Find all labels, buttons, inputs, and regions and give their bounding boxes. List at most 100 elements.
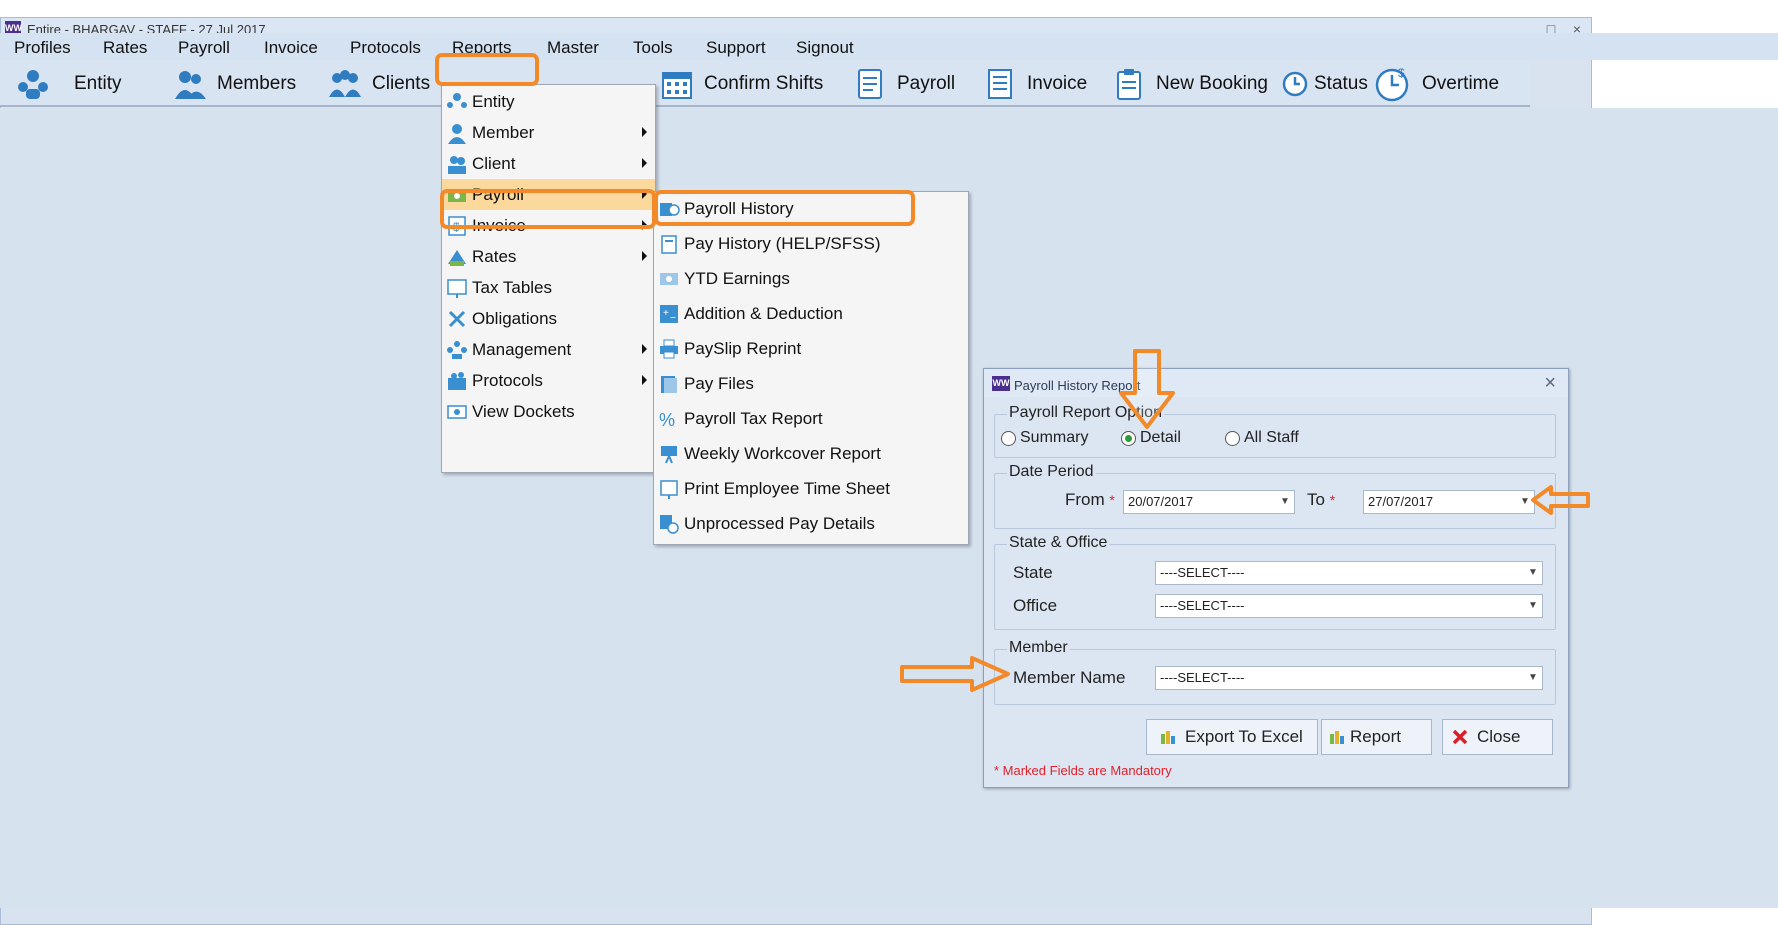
svg-text:%: % bbox=[659, 410, 675, 430]
reports-item-label: Member bbox=[472, 122, 535, 142]
state-label: State bbox=[1013, 563, 1053, 582]
toolbar: Entity Members Clients Confirm Shifts Pa… bbox=[0, 60, 1530, 107]
reports-item-view-dockets[interactable]: View Dockets bbox=[442, 396, 655, 427]
member-name-select[interactable]: ----SELECT---- ▼ bbox=[1155, 666, 1543, 690]
payroll-submenu-item-unprocessed[interactable]: Unprocessed Pay Details bbox=[654, 508, 968, 539]
payroll-submenu-item-payslip-reprint[interactable]: PaySlip Reprint bbox=[654, 333, 968, 364]
svg-text:+: + bbox=[663, 308, 669, 319]
menu-signout[interactable]: Signout bbox=[790, 36, 860, 60]
svg-text:−: − bbox=[670, 313, 676, 324]
unprocessed-pay-icon bbox=[660, 514, 679, 534]
to-date-picker[interactable]: 27/07/2017 ▼ bbox=[1363, 490, 1535, 514]
required-marker: * bbox=[1109, 492, 1115, 508]
toolbar-status-button[interactable]: Status bbox=[1282, 60, 1368, 107]
from-date-picker[interactable]: 20/07/2017 ▼ bbox=[1123, 490, 1295, 514]
all-staff-radio[interactable]: All Staff bbox=[1225, 429, 1299, 447]
close-button-label: Close bbox=[1477, 727, 1521, 746]
state-office-group: State & Office State ----SELECT---- ▼ Off… bbox=[994, 534, 1556, 630]
menu-protocols[interactable]: Protocols bbox=[344, 36, 427, 60]
payroll-submenu-label: Pay Files bbox=[684, 373, 754, 393]
to-label-text: To bbox=[1307, 490, 1325, 509]
radio-circle-icon bbox=[1225, 430, 1240, 446]
addition-deduction-icon: + − bbox=[660, 304, 678, 324]
menu-payroll[interactable]: Payroll bbox=[172, 36, 236, 60]
toolbar-members-button[interactable]: Members bbox=[173, 60, 296, 107]
menu-support[interactable]: Support bbox=[700, 36, 772, 60]
dropdown-arrow-icon[interactable]: ▼ bbox=[1276, 491, 1294, 513]
reports-item-label: Tax Tables bbox=[472, 277, 553, 297]
reports-dropdown-menu: Entity Member Client Payroll $ Invoice Ra… bbox=[441, 84, 656, 473]
mandatory-note: * Marked Fields are Mandatory bbox=[994, 763, 1172, 778]
reports-item-client[interactable]: Client bbox=[442, 148, 655, 179]
view-dockets-icon bbox=[447, 404, 467, 419]
toolbar-payroll-button[interactable]: Payroll bbox=[853, 60, 955, 107]
toolbar-confirm-shifts-button[interactable]: Confirm Shifts bbox=[660, 60, 823, 107]
export-excel-icon bbox=[1161, 731, 1175, 744]
payroll-submenu-item-workcover[interactable]: Weekly Workcover Report bbox=[654, 438, 968, 469]
report-button-label: Report bbox=[1350, 727, 1402, 746]
tax-tables-icon bbox=[447, 278, 467, 298]
payroll-item-highlight bbox=[440, 189, 656, 229]
payroll-submenu-item-pay-history[interactable]: Pay History (HELP/SFSS) bbox=[654, 228, 968, 259]
summary-radio[interactable]: Summary bbox=[1001, 429, 1088, 447]
close-button[interactable]: Close bbox=[1442, 719, 1553, 755]
clipboard-icon bbox=[1117, 68, 1141, 100]
dropdown-arrow-icon[interactable]: ▼ bbox=[1524, 595, 1542, 617]
reports-item-obligations[interactable]: Obligations bbox=[442, 303, 655, 334]
toolbar-invoice-label: Invoice bbox=[1027, 72, 1088, 94]
reports-item-rates[interactable]: Rates bbox=[442, 241, 655, 272]
entity-icon bbox=[18, 69, 48, 99]
toolbar-status-label: Status bbox=[1314, 72, 1368, 94]
payroll-submenu-item-ytd[interactable]: YTD Earnings bbox=[654, 263, 968, 294]
protocols-icon bbox=[448, 371, 466, 390]
menu-rates[interactable]: Rates bbox=[97, 36, 153, 60]
reports-item-entity[interactable]: Entity bbox=[442, 86, 655, 117]
toolbar-entity-label: Entity bbox=[74, 72, 122, 94]
reports-item-member[interactable]: Member bbox=[442, 117, 655, 148]
toolbar-clients-button[interactable]: Clients bbox=[328, 60, 430, 107]
dialog-close-icon[interactable]: × bbox=[1544, 372, 1556, 395]
submenu-arrow-icon bbox=[642, 127, 647, 137]
dropdown-arrow-icon[interactable]: ▼ bbox=[1524, 562, 1542, 584]
toolbar-entity-button[interactable]: Entity bbox=[16, 60, 122, 107]
office-select[interactable]: ----SELECT---- ▼ bbox=[1155, 594, 1543, 618]
menu-invoice[interactable]: Invoice bbox=[258, 36, 324, 60]
payroll-submenu-item-addition-deduction[interactable]: + − Addition & Deduction bbox=[654, 298, 968, 329]
dialog-title-bar: WW Payroll History Report × bbox=[984, 369, 1568, 397]
menu-bar: Profiles Rates Payroll Invoice Protocols… bbox=[0, 33, 1778, 60]
toolbar-invoice-button[interactable]: Invoice bbox=[983, 60, 1087, 107]
reports-item-management[interactable]: Management bbox=[442, 334, 655, 365]
all-staff-radio-label: All Staff bbox=[1244, 429, 1299, 446]
menu-profiles[interactable]: Profiles bbox=[8, 36, 77, 60]
payroll-submenu-label: YTD Earnings bbox=[684, 268, 790, 288]
payroll-submenu-item-pay-files[interactable]: Pay Files bbox=[654, 368, 968, 399]
payroll-report-option-group: Payroll Report Option Summary Detail All… bbox=[994, 404, 1556, 458]
reports-item-label: Protocols bbox=[472, 370, 543, 390]
app-logo-icon: WW bbox=[992, 376, 1010, 391]
rates-icon bbox=[448, 249, 466, 266]
detail-radio[interactable]: Detail bbox=[1121, 429, 1181, 447]
reports-item-label: Management bbox=[472, 339, 572, 359]
payroll-submenu-item-tax-report[interactable]: % Payroll Tax Report bbox=[654, 403, 968, 434]
payroll-submenu-label: Print Employee Time Sheet bbox=[684, 478, 890, 498]
group-title: Date Period bbox=[1007, 463, 1096, 481]
report-button[interactable]: Report bbox=[1321, 719, 1432, 755]
from-date-value: 20/07/2017 bbox=[1128, 494, 1194, 509]
payroll-submenu-label: PaySlip Reprint bbox=[684, 338, 802, 358]
reports-item-tax-tables[interactable]: Tax Tables bbox=[442, 272, 655, 303]
from-label: From * bbox=[1065, 490, 1115, 510]
menu-tools[interactable]: Tools bbox=[627, 36, 679, 60]
payroll-submenu-item-timesheet[interactable]: Print Employee Time Sheet bbox=[654, 473, 968, 504]
state-select-value: ----SELECT---- bbox=[1160, 565, 1245, 580]
toolbar-new-booking-button[interactable]: New Booking bbox=[1112, 60, 1268, 107]
state-select[interactable]: ----SELECT---- ▼ bbox=[1155, 561, 1543, 585]
svg-text:$: $ bbox=[1398, 66, 1405, 80]
report-icon bbox=[1330, 731, 1344, 744]
payroll-submenu-label: Unprocessed Pay Details bbox=[684, 513, 875, 533]
toolbar-overtime-button[interactable]: $ Overtime bbox=[1374, 60, 1499, 107]
dropdown-arrow-icon[interactable]: ▼ bbox=[1524, 667, 1542, 689]
menu-master[interactable]: Master bbox=[541, 36, 605, 60]
reports-item-protocols[interactable]: Protocols bbox=[442, 365, 655, 396]
export-to-excel-button[interactable]: Export To Excel bbox=[1146, 719, 1318, 755]
workcover-report-icon bbox=[661, 445, 677, 463]
